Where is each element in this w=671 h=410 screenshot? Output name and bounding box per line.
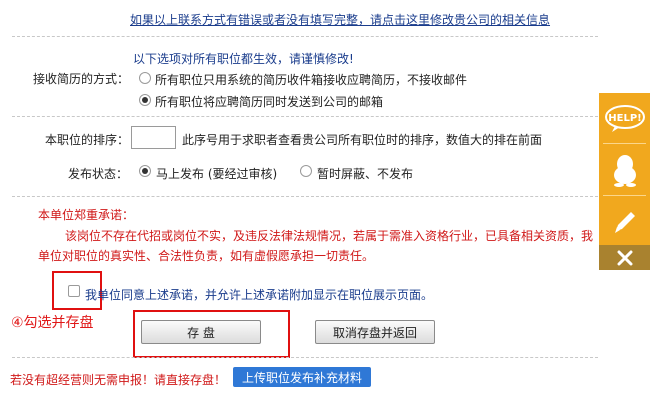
help-button[interactable]: HELP! — [599, 93, 650, 143]
qq-penguin-icon — [613, 155, 636, 187]
footer-warning: 若没有超经营则无需申报！请直接存盘！ — [10, 373, 227, 387]
qq-button[interactable] — [599, 145, 650, 195]
resume-method-label: 接收简历的方式： — [33, 72, 130, 86]
divider — [12, 36, 598, 37]
commitment-title: 本单位郑重承诺： — [38, 208, 135, 222]
sidebar-separator — [603, 143, 646, 144]
publish-now-radio[interactable] — [139, 165, 151, 177]
resume-option-email-radio[interactable] — [139, 94, 151, 106]
save-button[interactable]: 存 盘 — [141, 320, 261, 344]
sort-label: 本职位的排序： — [45, 133, 130, 147]
sort-hint: 此序号用于求职者查看贵公司所有职位时的排序，数值大的排在前面 — [182, 133, 543, 147]
publish-status-label: 发布状态： — [68, 167, 129, 181]
resume-option-inbox-label[interactable]: 所有职位只用系统的简历收件箱接收应聘简历，不接收邮件 — [155, 71, 467, 88]
agree-checkbox[interactable] — [68, 285, 80, 297]
cancel-save-button[interactable]: 取消存盘并返回 — [315, 320, 435, 344]
publish-now-label[interactable]: 马上发布 (要经过审核) — [156, 165, 277, 182]
agree-label[interactable]: 我单位同意上述承诺，并允许上述承诺附加显示在职位展示页面。 — [85, 286, 433, 303]
divider — [12, 357, 598, 358]
svg-text:HELP!: HELP! — [608, 113, 641, 124]
sort-input[interactable] — [131, 126, 176, 149]
close-icon — [617, 250, 632, 265]
edit-company-info-link[interactable]: 如果以上联系方式有错误或者没有填写完整，请点击这里修改贵公司的相关信息 — [130, 11, 550, 28]
divider — [12, 196, 598, 197]
divider — [12, 116, 598, 117]
commitment-text-line2: 单位对职位的真实性、合法性负责，如有虚假愿承担一切责任。 — [38, 249, 375, 263]
close-sidebar-button[interactable] — [599, 245, 650, 270]
step-annotation: ④勾选并存盘 — [11, 315, 94, 331]
help-icon: HELP! — [604, 105, 645, 132]
publish-hide-radio[interactable] — [300, 165, 312, 177]
resume-option-email-label[interactable]: 所有职位将应聘简历同时发送到公司的邮箱 — [155, 93, 383, 110]
pencil-icon — [614, 212, 635, 233]
sidebar-separator — [603, 195, 646, 196]
global-notice: 以下选项对所有职位都生效，请谨慎修改! — [133, 52, 354, 66]
commitment-text-line1: 该岗位不存在代招或岗位不实，及违反法律法规情况，若属于需准入资格行业，已具备相关… — [65, 229, 594, 243]
publish-hide-label[interactable]: 暂时屏蔽、不发布 — [317, 165, 413, 182]
edit-button[interactable] — [599, 197, 650, 247]
resume-option-inbox-radio[interactable] — [139, 72, 151, 84]
floating-sidebar: HELP! — [599, 93, 650, 270]
upload-materials-button[interactable]: 上传职位发布补充材料 — [233, 367, 371, 387]
